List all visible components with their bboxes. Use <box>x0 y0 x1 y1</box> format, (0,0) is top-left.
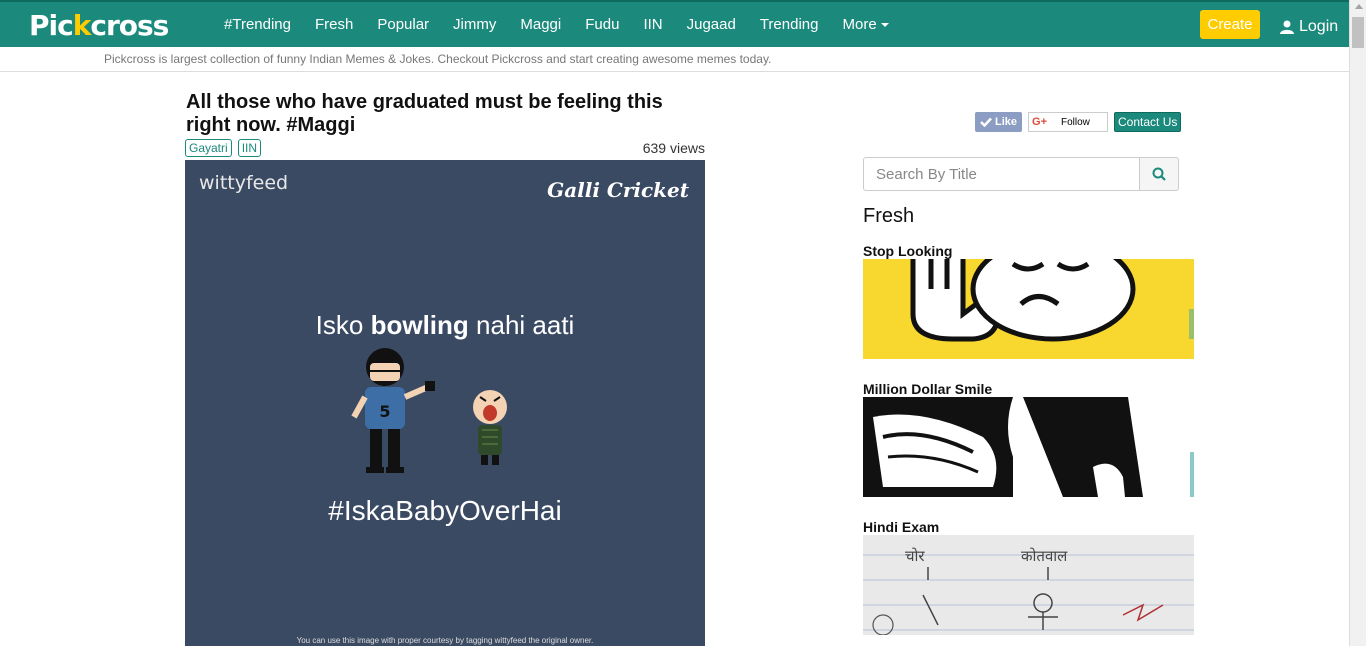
search-button[interactable] <box>1139 157 1179 191</box>
wittyfeed-watermark: wittyfeed <box>199 172 289 194</box>
nav-maggi[interactable]: Maggi <box>508 16 573 33</box>
meme-hashtag: #IskaBabyOverHai <box>328 495 562 526</box>
site-logo[interactable]: Pickcross <box>29 9 169 42</box>
courtesy-note: You can use this image with proper court… <box>296 636 594 645</box>
hindi-exam-illustration: चोर कोतवाल <box>863 547 1194 635</box>
caret-down-icon <box>880 23 889 28</box>
tag-gayatri[interactable]: Gayatri <box>185 139 232 157</box>
login-label: Login <box>1299 18 1339 35</box>
meme-caption-prefix: Isko <box>315 310 371 340</box>
search-bar <box>863 157 1179 191</box>
million-dollar-smile-illustration <box>863 397 1194 497</box>
login-link[interactable]: Login <box>1280 18 1338 36</box>
post-tags: Gayatri IIN <box>185 139 262 157</box>
nav-more-dropdown[interactable]: More <box>830 16 900 33</box>
top-navbar: Pickcross #Trending Fresh Popular Jimmy … <box>0 0 1349 47</box>
scrollbar-thumb[interactable] <box>1352 17 1364 48</box>
more-label: More <box>842 16 877 33</box>
nav-fudu[interactable]: Fudu <box>573 16 631 33</box>
thumb-million-dollar-smile[interactable] <box>863 397 1194 497</box>
meme-caption-bold: bowling <box>370 310 469 340</box>
post-title: All those who have graduated must be fee… <box>186 91 663 136</box>
create-button[interactable]: Create <box>1200 10 1260 39</box>
like-label: Like <box>995 116 1018 128</box>
user-icon <box>1280 20 1294 34</box>
nav-trending[interactable]: Trending <box>748 16 831 33</box>
nav-jimmy[interactable]: Jimmy <box>441 16 508 33</box>
card-title-stop-looking[interactable]: Stop Looking <box>863 243 952 259</box>
galli-cricket-logo: Galli Cricket <box>547 178 689 202</box>
scroll-up-arrow-icon[interactable] <box>1355 4 1363 9</box>
meme-caption-suffix: nahi aati <box>468 310 575 340</box>
follow-label: Follow <box>1061 116 1090 128</box>
search-icon <box>1152 167 1166 181</box>
nav-iin[interactable]: IIN <box>631 16 674 33</box>
check-icon <box>980 117 992 127</box>
card-title-million-dollar-smile[interactable]: Million Dollar Smile <box>863 381 992 397</box>
card-title-hindi-exam[interactable]: Hindi Exam <box>863 519 939 535</box>
page-scrollbar[interactable] <box>1349 0 1366 646</box>
cricket-cartoon-illustration: 5 <box>351 348 507 473</box>
hindi-word-chor: चोर <box>905 547 925 565</box>
contact-us-button[interactable]: Contact Us <box>1114 112 1182 132</box>
facebook-like-button[interactable]: Like <box>975 112 1023 132</box>
thumb-hindi-exam[interactable]: चोर कोतवाल <box>863 535 1194 635</box>
nav-popular[interactable]: Popular <box>365 16 441 33</box>
tag-iin[interactable]: IIN <box>237 139 262 157</box>
stop-looking-illustration <box>910 259 1194 342</box>
nav-trending-hashtag[interactable]: #Trending <box>212 16 303 33</box>
tagline-text: Pickcross is largest collection of funny… <box>104 52 772 66</box>
search-input[interactable] <box>863 157 1139 191</box>
fresh-heading: Fresh <box>863 205 915 227</box>
social-buttons: Like G+ Follow Contact Us <box>975 112 1182 132</box>
nav-jugaad[interactable]: Jugaad <box>675 16 748 33</box>
thumb-stop-looking[interactable] <box>863 259 1194 359</box>
jersey-number: 5 <box>379 402 390 421</box>
tagline-bar: Pickcross is largest collection of funny… <box>0 47 1349 72</box>
meme-image: wittyfeed Galli Cricket Isko bowling nah… <box>185 160 705 646</box>
main-nav: #Trending Fresh Popular Jimmy Maggi Fudu… <box>212 2 901 47</box>
google-plus-follow-button[interactable]: G+ Follow <box>1028 112 1109 132</box>
nav-fresh[interactable]: Fresh <box>303 16 365 33</box>
view-count: 639 views <box>642 140 705 156</box>
meme-caption: Isko bowling nahi aati <box>185 310 705 341</box>
google-plus-icon: G+ <box>1032 116 1047 128</box>
hindi-word-kotwal: कोतवाल <box>1021 547 1068 565</box>
